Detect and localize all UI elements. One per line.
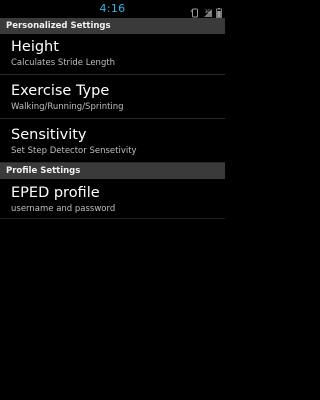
pref-summary: Walking/Running/Sprinting <box>11 102 124 112</box>
pref-summary: username and password <box>11 204 116 214</box>
pref-summary: Calculates Stride Length <box>11 58 116 68</box>
pref-exercise-type[interactable]: Exercise Type Walking/Running/Sprinting <box>0 75 225 119</box>
pref-title: Height <box>11 39 59 55</box>
pref-title: Sensitivity <box>11 127 87 143</box>
pref-title: Exercise Type <box>11 83 110 99</box>
svg-text:3G: 3G <box>205 9 211 14</box>
pref-summary: Set Step Detector Sensetivity <box>11 146 137 156</box>
pref-title: EPED profile <box>11 185 100 201</box>
pref-eped-profile[interactable]: EPED profile username and password <box>0 179 225 219</box>
section-header-profile: Profile Settings <box>0 163 225 179</box>
status-bar: 4:16 3G <box>0 0 225 18</box>
rotation-lock-icon <box>190 3 200 22</box>
status-icons: 3G <box>190 3 222 22</box>
battery-icon <box>216 3 222 22</box>
pref-sensitivity[interactable]: Sensitivity Set Step Detector Sensetivit… <box>0 119 225 163</box>
signal-strength-icon: 3G <box>203 3 213 22</box>
pref-height[interactable]: Height Calculates Stride Length <box>0 34 225 75</box>
